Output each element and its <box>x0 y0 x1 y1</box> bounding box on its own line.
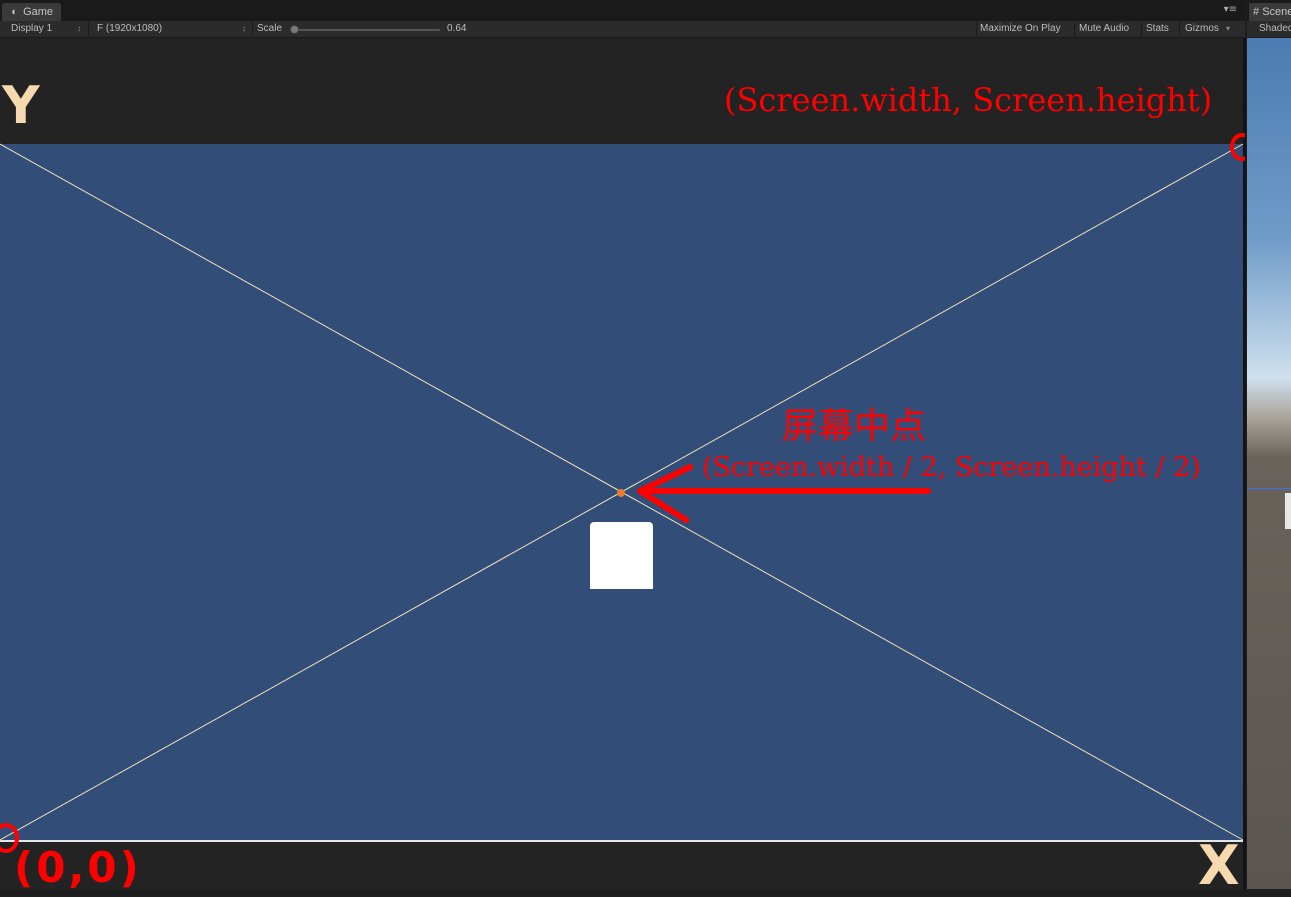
scene-viewport[interactable] <box>1247 38 1291 889</box>
scene-toolbar: Shaded <box>1247 21 1291 37</box>
scene-tab-strip: # Scene <box>1247 0 1291 21</box>
tab-scene-label: Scene <box>1262 6 1291 18</box>
tab-scene[interactable]: # Scene <box>1249 3 1291 21</box>
axis-x-label: X <box>1198 834 1240 897</box>
scene-cube <box>1285 493 1291 529</box>
center-point-dot <box>617 489 625 497</box>
scene-window: # Scene Shaded <box>1247 0 1291 889</box>
annotation-overlay <box>0 133 1245 853</box>
top-right-coords-label: (Screen.width, Screen.height) <box>724 81 1213 119</box>
center-point-coords-label: (Screen.width / 2, Screen.height / 2) <box>702 452 1201 483</box>
center-point-title: 屏幕中点 <box>782 406 927 447</box>
axis-y-label: Y <box>2 76 40 136</box>
shading-mode-dropdown[interactable]: Shaded <box>1259 23 1291 34</box>
grid-icon: # <box>1253 6 1260 18</box>
origin-coords-label: (0,0) <box>14 843 142 892</box>
game-window: ◖ Game ▾≡ Display 1 ↕ F (1920x1080) ↕ Sc… <box>0 0 1246 894</box>
scene-horizon-line <box>1247 488 1291 489</box>
